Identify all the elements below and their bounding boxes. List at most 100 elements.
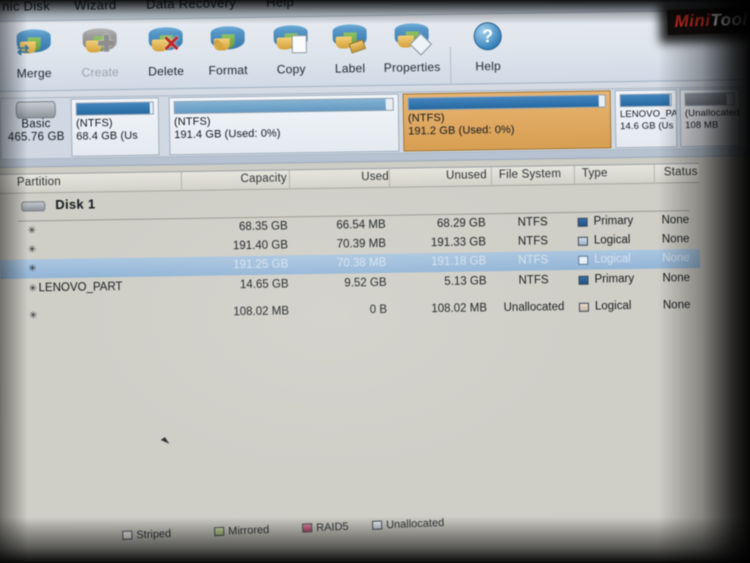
type-swatch-icon bbox=[577, 217, 588, 227]
partition-fs-label: (NTFS) bbox=[75, 117, 113, 130]
partition-size-label: 191.4 GB (Used: 0%) bbox=[174, 127, 281, 142]
plus-badge-icon: ✚ bbox=[97, 31, 116, 57]
cell-capacity: 14.65 GB bbox=[239, 278, 289, 292]
column-divider[interactable] bbox=[180, 172, 183, 192]
toolbar-label-copy: Copy bbox=[276, 62, 306, 77]
column-header-type[interactable]: Type bbox=[582, 167, 608, 179]
disk-map-partition-4[interactable]: (Unallocated 108 MB bbox=[679, 88, 741, 148]
legend-item-mirrored: Mirrored bbox=[214, 524, 269, 538]
partition-size-label: 191.2 GB (Used: 0%) bbox=[408, 123, 515, 138]
column-header-partition[interactable]: Partition bbox=[17, 176, 61, 189]
disk-map-partition-0[interactable]: (NTFS) 68.4 GB (Us bbox=[70, 97, 160, 157]
cell-type: Logical bbox=[594, 300, 632, 313]
properties-icon bbox=[394, 23, 433, 56]
column-divider[interactable] bbox=[490, 167, 493, 187]
copy-icon-wrap bbox=[257, 21, 324, 62]
cell-capacity: 68.35 GB bbox=[238, 220, 288, 234]
table-body: ✳ 68.35 GB 66.54 MB 68.29 GB NTFS Primary None… bbox=[0, 211, 701, 326]
expand-icon[interactable]: ✳ bbox=[29, 283, 38, 294]
legend-swatch-icon bbox=[302, 523, 313, 533]
usage-bar bbox=[75, 101, 154, 116]
column-divider[interactable] bbox=[653, 164, 656, 184]
column-divider[interactable] bbox=[288, 170, 291, 190]
brush-badge-icon: ✎ bbox=[212, 37, 226, 55]
type-swatch-icon bbox=[578, 302, 590, 312]
column-header-file-system[interactable]: File System bbox=[499, 168, 561, 181]
toolbar-button-label[interactable]: Label bbox=[316, 20, 383, 83]
merge-icon: ⇄ bbox=[16, 29, 51, 59]
format-icon: ✎ bbox=[210, 26, 245, 55]
legend-label: RAID5 bbox=[315, 520, 349, 535]
logo-mini-text: Mini bbox=[673, 10, 711, 31]
cell-status: None bbox=[662, 272, 691, 285]
partition-table: Partition Capacity Used Unused File System Ty… bbox=[0, 162, 705, 524]
toolbar-button-format[interactable]: ✎ Format bbox=[194, 22, 261, 85]
legend-swatch-icon bbox=[214, 526, 225, 537]
screen-content: nic Disk Wizard Data Recovery Help ⇄ Merge ✚ C… bbox=[0, 0, 750, 563]
partition-size-label: 108 MB bbox=[685, 119, 719, 132]
disk-summary[interactable]: Basic 465.76 GB bbox=[3, 99, 70, 158]
cell-partition-name bbox=[38, 241, 178, 243]
cell-type: Logical bbox=[594, 253, 631, 266]
x-badge-icon: ✕ bbox=[162, 31, 181, 57]
hard-disk-icon bbox=[15, 101, 56, 119]
label-icon bbox=[332, 24, 367, 54]
delete-icon: ✕ bbox=[148, 27, 183, 57]
toolbar-button-help[interactable]: ? Help bbox=[454, 18, 521, 81]
menu-item-nic-disk[interactable]: nic Disk bbox=[2, 0, 50, 14]
type-swatch-icon bbox=[577, 236, 588, 246]
disk-map-partition-2[interactable]: (NTFS) 191.2 GB (Used: 0%) bbox=[402, 90, 612, 152]
toolbar-button-copy[interactable]: Copy bbox=[257, 21, 324, 84]
cell-unused: 108.02 MB bbox=[431, 302, 488, 316]
disk-icon bbox=[21, 201, 46, 212]
cell-used: 9.52 GB bbox=[344, 276, 387, 290]
column-header-unused[interactable]: Unused bbox=[407, 169, 487, 182]
cell-partition-name bbox=[39, 307, 179, 309]
disk-type-label: Basic bbox=[21, 118, 51, 131]
toolbar-label-help: Help bbox=[475, 59, 502, 74]
menu-item-help[interactable]: Help bbox=[266, 0, 294, 10]
help-icon: ? bbox=[473, 22, 502, 51]
create-icon-wrap: ✚ bbox=[66, 24, 133, 65]
cell-unused: 5.13 GB bbox=[444, 275, 487, 288]
toolbar-button-create: ✚ Create bbox=[66, 24, 133, 87]
expand-icon[interactable]: ✳ bbox=[29, 310, 38, 321]
toolbar-label-create: Create bbox=[81, 65, 119, 80]
logo-tool-text: Tool bbox=[709, 9, 748, 30]
toolbar-button-merge[interactable]: ⇄ Merge bbox=[0, 25, 67, 88]
legend-swatch-icon bbox=[371, 520, 383, 530]
table-row[interactable]: ✳ 108.02 MB 0 B 108.02 MB Unallocated Logical… bbox=[1, 296, 701, 326]
legend-label: Unallocated bbox=[385, 516, 445, 532]
partition-size-label: 14.6 GB (Us bbox=[620, 120, 674, 133]
expand-icon[interactable]: ✳ bbox=[28, 225, 37, 236]
delete-icon-wrap: ✕ bbox=[132, 23, 199, 64]
legend-item-striped: Striped bbox=[122, 528, 171, 542]
column-divider[interactable] bbox=[388, 168, 391, 188]
cell-file-system: NTFS bbox=[518, 274, 549, 287]
copy-icon bbox=[273, 25, 308, 54]
cell-partition-name: LENOVO_PART bbox=[38, 281, 123, 295]
column-header-used[interactable]: Used bbox=[309, 171, 389, 184]
menu-item-data-recovery[interactable]: Data Recovery bbox=[146, 0, 236, 12]
disk-size-label: 465.76 GB bbox=[7, 130, 65, 144]
disk-map-partition-1[interactable]: (NTFS) 191.4 GB (Used: 0%) bbox=[168, 93, 400, 156]
expand-icon[interactable]: ✳ bbox=[28, 263, 37, 274]
toolbar-label-label: Label bbox=[334, 61, 366, 76]
disk-map: Basic 465.76 GB (NTFS) 68.4 GB (Us (NTFS) 1… bbox=[0, 80, 750, 168]
toolbar-label-merge: Merge bbox=[16, 66, 52, 81]
column-divider[interactable] bbox=[573, 165, 576, 185]
minitool-logo: MiniTool bbox=[666, 7, 750, 36]
menu-item-wizard[interactable]: Wizard bbox=[74, 0, 116, 13]
toolbar-button-delete[interactable]: ✕ Delete bbox=[132, 23, 199, 86]
legend-item-unallocated: Unallocated bbox=[371, 516, 445, 532]
cell-capacity: 108.02 MB bbox=[233, 305, 290, 319]
column-header-status[interactable]: Status bbox=[664, 166, 698, 179]
expand-icon[interactable]: ✳ bbox=[28, 244, 37, 255]
disk-map-partition-3[interactable]: LENOVO_PA 14.6 GB (Us bbox=[614, 89, 678, 149]
legend-label: Striped bbox=[136, 527, 172, 542]
usage-bar bbox=[684, 92, 735, 107]
toolbar-button-properties[interactable]: Properties bbox=[378, 19, 445, 82]
disk-group-label: Disk 1 bbox=[55, 196, 96, 213]
application-screenshot: nic Disk Wizard Data Recovery Help ⇄ Merge ✚ C… bbox=[0, 0, 750, 563]
column-header-capacity[interactable]: Capacity bbox=[207, 172, 287, 185]
